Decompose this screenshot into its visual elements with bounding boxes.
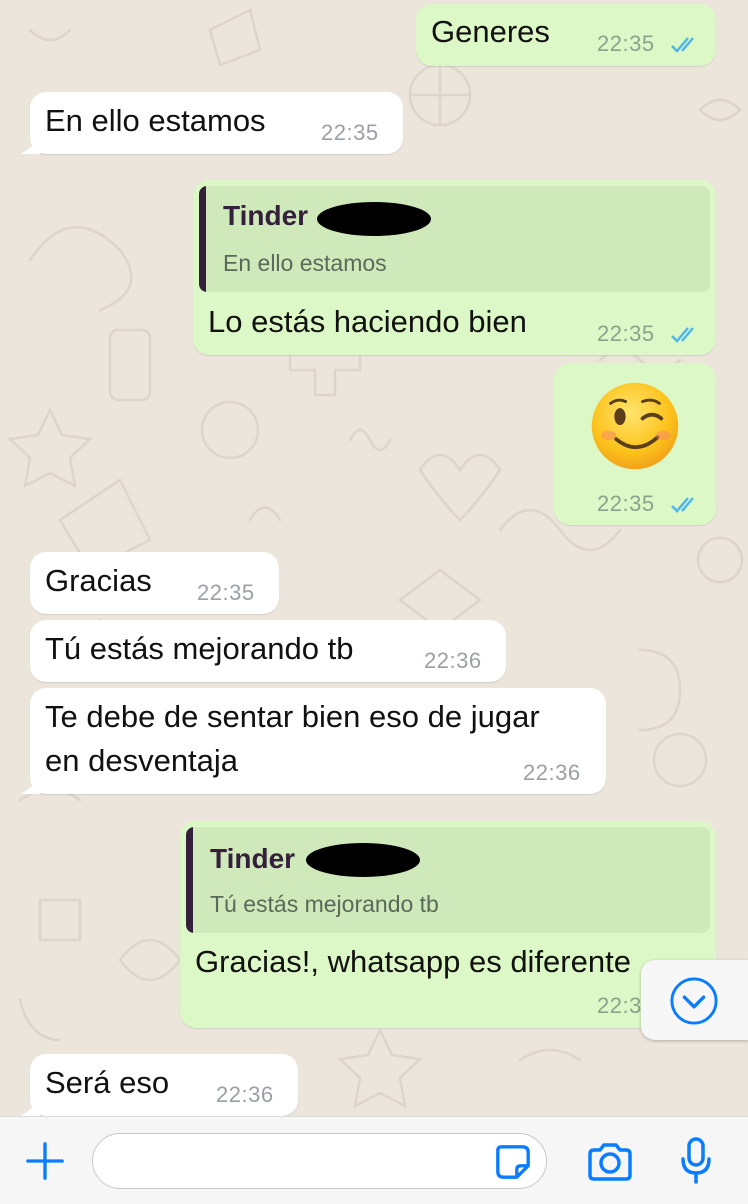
double-check-read-icon — [671, 497, 694, 513]
bubble-tail — [20, 772, 40, 794]
message-text-line-2: en desventaja — [45, 743, 239, 778]
microphone-icon[interactable] — [680, 1137, 712, 1185]
message-text: Gracias — [45, 563, 152, 598]
quote-bar — [186, 827, 193, 933]
message-text: En ello estamos — [45, 103, 266, 138]
quote-bar — [199, 186, 206, 292]
message-time: 22:35 — [597, 321, 655, 346]
message-text: Lo estás haciendo bien — [208, 304, 527, 339]
message-text: Generes — [431, 14, 550, 49]
message-bubble-outgoing-emoji[interactable]: 22:35 — [554, 363, 716, 525]
message-time: 22:36 — [523, 760, 581, 785]
camera-icon[interactable] — [586, 1142, 634, 1182]
winking-face-emoji-icon — [591, 382, 679, 470]
chevron-down-circle-icon — [670, 977, 718, 1025]
redacted-name — [306, 843, 420, 877]
redacted-name — [317, 202, 431, 236]
message-text: Será eso — [45, 1065, 170, 1100]
quote-text: En ello estamos — [223, 250, 387, 276]
quoted-message[interactable]: Tinder En ello estamos — [199, 186, 710, 292]
message-input-bar — [0, 1116, 748, 1204]
quote-author: Tinder — [210, 843, 296, 874]
plus-icon[interactable] — [24, 1140, 66, 1182]
message-bubble-outgoing-reply[interactable]: Tinder Tú estás mejorando tb Gracias!, w… — [180, 821, 716, 1028]
message-time: 22:36 — [216, 1082, 274, 1107]
message-bubble-incoming[interactable]: Será eso 22:36 — [20, 1054, 298, 1116]
quote-text: Tú estás mejorando tb — [210, 891, 439, 917]
sticker-icon[interactable] — [494, 1143, 532, 1181]
message-time: 22:35 — [597, 491, 655, 516]
bubble-tail — [20, 132, 40, 154]
double-check-read-icon — [671, 327, 694, 343]
message-bubble-outgoing[interactable]: Generes 22:35 — [416, 4, 716, 66]
message-text-line-1: Te debe de sentar bien eso de jugar — [45, 699, 540, 734]
message-bubble-incoming[interactable]: Tú estás mejorando tb 22:36 — [30, 620, 506, 682]
quote-author: Tinder — [223, 200, 309, 231]
message-time: 22:3 — [597, 993, 642, 1018]
chat-area[interactable]: Generes 22:35 En ello estamos 22:35 Tind… — [0, 0, 748, 1116]
message-bubble-outgoing-reply[interactable]: Tinder En ello estamos Lo estás haciendo… — [193, 180, 716, 355]
double-check-read-icon — [671, 37, 694, 53]
message-bubble-incoming[interactable]: Te debe de sentar bien eso de jugar en d… — [20, 688, 606, 794]
message-bubble-incoming[interactable]: En ello estamos 22:35 — [20, 92, 403, 154]
message-input[interactable] — [92, 1133, 547, 1189]
quoted-message[interactable]: Tinder Tú estás mejorando tb — [186, 827, 710, 933]
message-text: Gracias!, whatsapp es diferente — [195, 944, 631, 979]
scroll-to-bottom-button[interactable] — [641, 960, 748, 1040]
message-time: 22:35 — [597, 31, 655, 56]
bubble-tail — [20, 1094, 40, 1116]
message-time: 22:35 — [321, 120, 379, 145]
message-text: Tú estás mejorando tb — [45, 631, 354, 666]
message-time: 22:35 — [197, 580, 255, 605]
message-time: 22:36 — [424, 648, 482, 673]
message-bubble-incoming[interactable]: Gracias 22:35 — [30, 552, 279, 614]
